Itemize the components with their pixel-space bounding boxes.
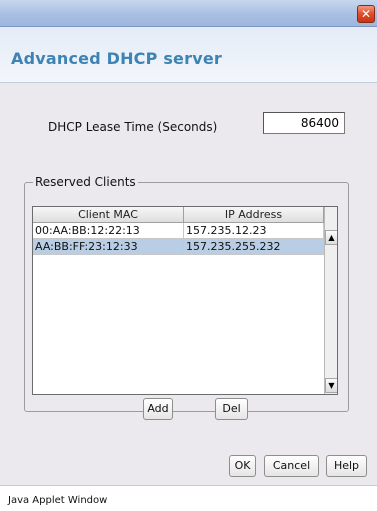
close-icon[interactable]: ✕ <box>357 5 375 23</box>
ok-button[interactable]: OK <box>229 455 256 477</box>
scroll-up-icon[interactable]: ▲ <box>325 230 337 245</box>
reserved-clients-table: Client MAC IP Address 00:AA:BB:12:22:13 … <box>32 206 338 395</box>
lease-time-label: DHCP Lease Time (Seconds) <box>48 120 218 134</box>
cancel-button[interactable]: Cancel <box>264 455 319 477</box>
client-mac-cell: AA:BB:FF:23:12:33 <box>33 239 184 254</box>
column-header-ip-address[interactable]: IP Address <box>184 207 324 223</box>
scroll-down-icon[interactable]: ▼ <box>325 378 337 393</box>
window-titlebar: ✕ <box>0 0 377 27</box>
reserved-clients-label: Reserved Clients <box>33 175 138 189</box>
advanced-dhcp-dialog: Advanced DHCP server DHCP Lease Time (Se… <box>0 27 377 485</box>
table-scrollbar[interactable]: ▲ ▼ <box>324 207 337 394</box>
lease-time-input[interactable] <box>263 112 345 134</box>
table-row[interactable]: AA:BB:FF:23:12:33 157.235.255.232 <box>33 239 324 255</box>
table-row[interactable]: 00:AA:BB:12:22:13 157.235.12.23 <box>33 223 324 239</box>
status-bar: Java Applet Window <box>0 485 377 511</box>
status-text: Java Applet Window <box>8 495 108 506</box>
column-header-client-mac[interactable]: Client MAC <box>33 207 184 223</box>
client-mac-cell: 00:AA:BB:12:22:13 <box>33 223 184 238</box>
help-button[interactable]: Help <box>326 455 367 477</box>
ip-address-cell: 157.235.255.232 <box>184 239 324 254</box>
dialog-title: Advanced DHCP server <box>11 49 222 68</box>
dialog-header: Advanced DHCP server <box>0 27 377 83</box>
del-button[interactable]: Del <box>215 398 248 420</box>
ip-address-cell: 157.235.12.23 <box>184 223 324 238</box>
add-button[interactable]: Add <box>143 398 173 420</box>
